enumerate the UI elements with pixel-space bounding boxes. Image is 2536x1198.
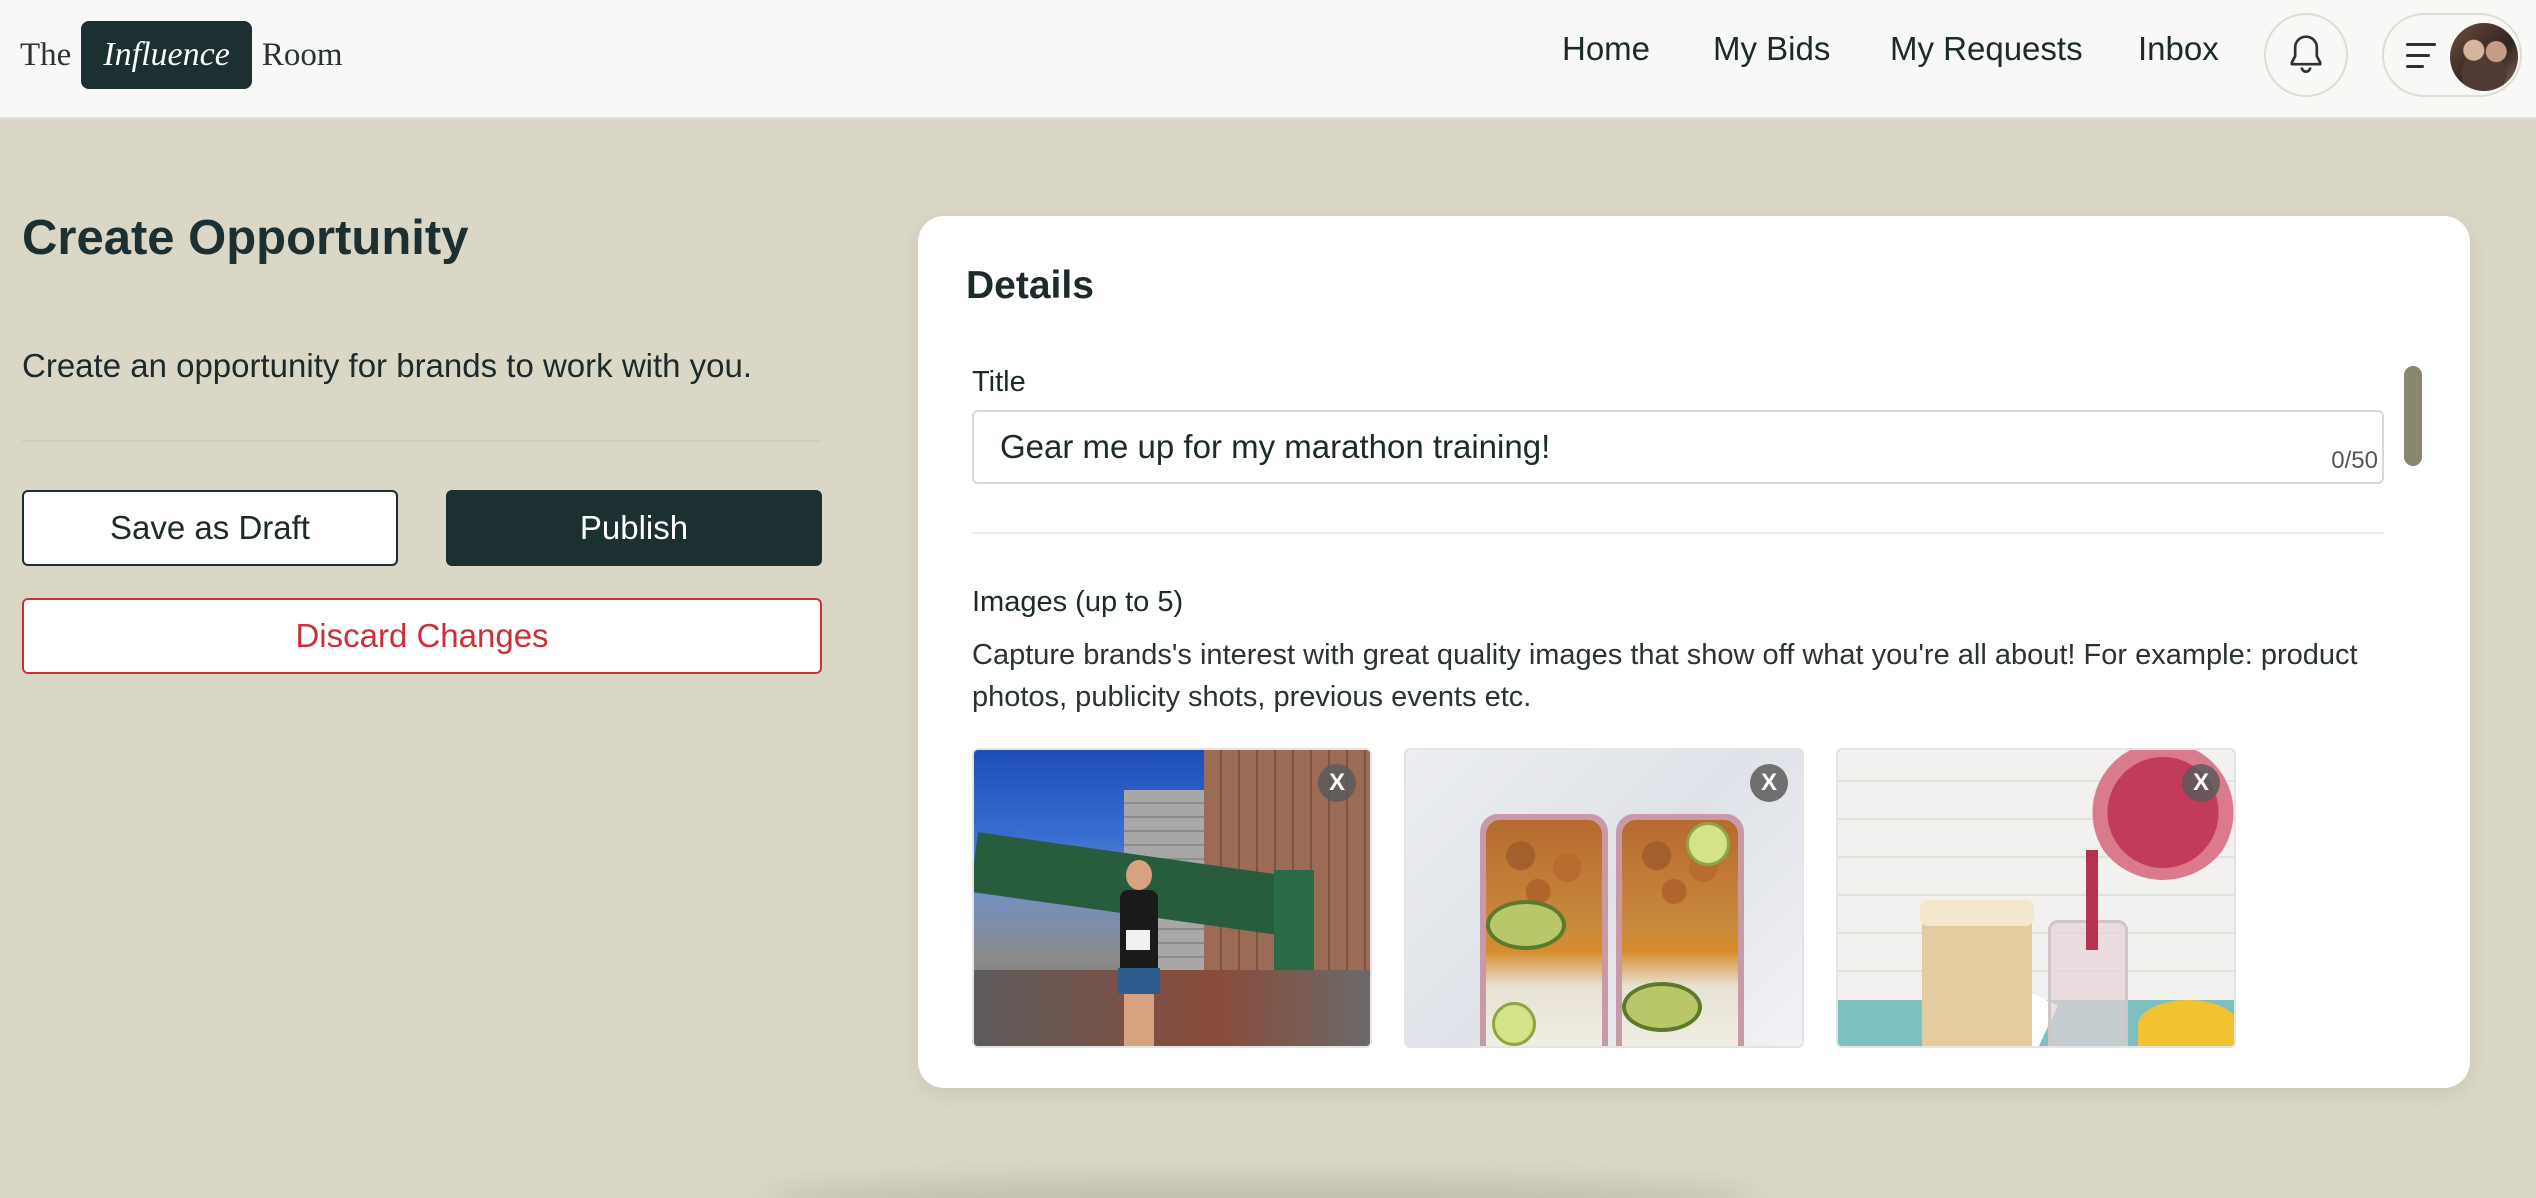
save-as-draft-button[interactable]: Save as Draft: [22, 490, 398, 566]
brand-prefix: The: [20, 36, 72, 73]
uploaded-image-smoothie: X: [1836, 748, 2236, 1048]
remove-image-button[interactable]: X: [2182, 764, 2220, 802]
brand-suffix: Room: [261, 36, 343, 73]
discard-changes-button[interactable]: Discard Changes: [22, 598, 822, 674]
brand-logo[interactable]: The Influence Room: [20, 20, 343, 90]
page-title: Create Opportunity: [22, 211, 469, 265]
details-card: Details Title 0/50 Images (up to 5) Capt…: [918, 216, 2470, 1088]
bell-icon: [2290, 35, 2322, 73]
details-heading: Details: [966, 264, 1094, 307]
brand-highlight: Influence: [81, 21, 252, 89]
images-help-text: Capture brands's interest with great qua…: [972, 639, 2358, 713]
divider: [22, 440, 822, 442]
uploaded-image-meal-prep: X: [1404, 748, 1804, 1048]
divider: [972, 532, 2384, 534]
page-subtitle: Create an opportunity for brands to work…: [22, 347, 753, 384]
avatar: [2450, 23, 2518, 91]
nav-home-link[interactable]: Home: [1562, 30, 1650, 68]
notifications-button[interactable]: [2264, 13, 2348, 97]
publish-button[interactable]: Publish: [446, 490, 822, 566]
nav-my-requests-link[interactable]: My Requests: [1890, 30, 2083, 68]
images-label: Images (up to 5): [972, 586, 1184, 618]
footer-shadow: [760, 1180, 1760, 1198]
title-label: Title: [972, 366, 1026, 398]
user-menu-button[interactable]: [2382, 13, 2522, 97]
top-navigation-bar: The Influence Room Home My Bids My Reque…: [0, 0, 2536, 119]
nav-my-bids-link[interactable]: My Bids: [1713, 30, 1830, 68]
scrollbar-thumb[interactable]: [2404, 366, 2422, 466]
uploaded-image-marathon: X: [972, 748, 1372, 1048]
remove-image-button[interactable]: X: [1318, 764, 1356, 802]
hamburger-menu-icon: [2406, 43, 2436, 71]
title-input[interactable]: [972, 410, 2384, 484]
remove-image-button[interactable]: X: [1750, 764, 1788, 802]
title-character-counter: 0/50: [2331, 447, 2378, 474]
nav-inbox-link[interactable]: Inbox: [2138, 30, 2219, 68]
